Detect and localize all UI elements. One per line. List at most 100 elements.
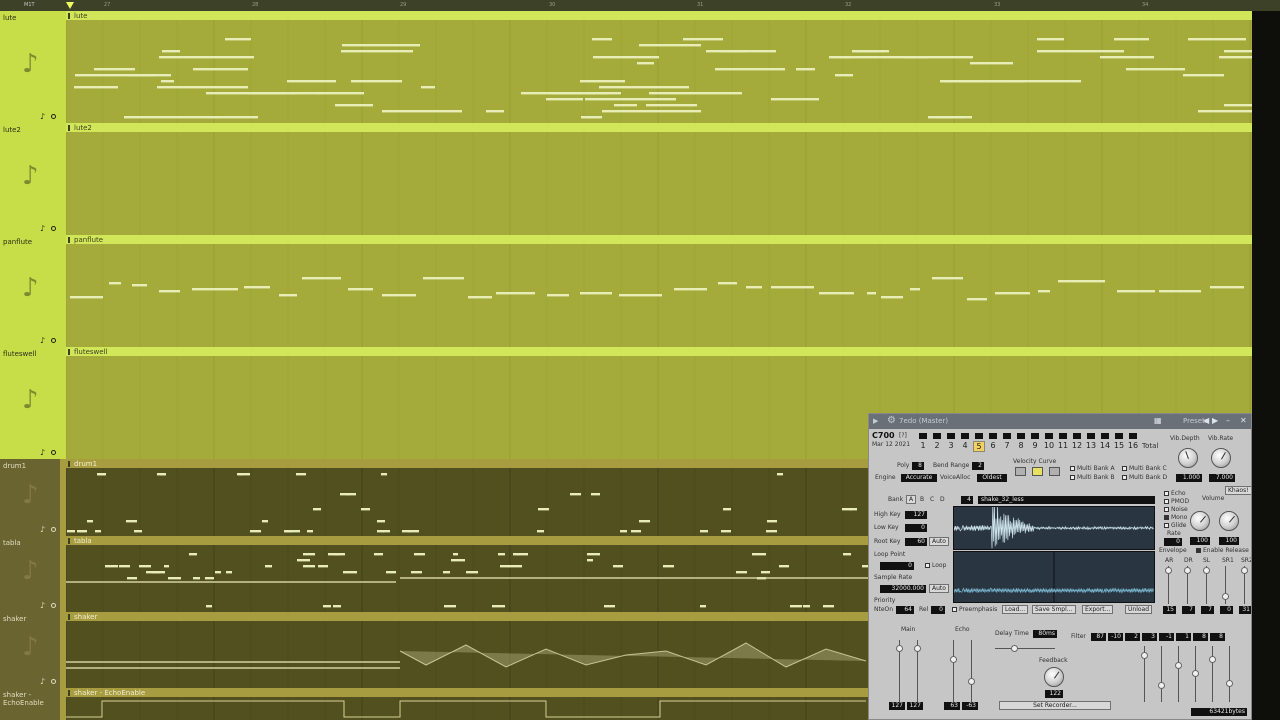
volume-r-knob[interactable] — [1219, 511, 1239, 531]
envelope-sr2-slider[interactable] — [1241, 567, 1248, 574]
program-12-button[interactable]: 12 — [1071, 441, 1083, 450]
track-header[interactable]: tabla ♪ ♪ — [0, 536, 60, 612]
load-button[interactable]: Load... — [1002, 605, 1029, 614]
filter-coef-value[interactable]: 3 — [1142, 633, 1157, 641]
poly-value[interactable]: 8 — [912, 462, 924, 470]
filter-coef-value[interactable]: 2 — [1125, 633, 1140, 641]
track-record-icon[interactable] — [51, 603, 56, 608]
echo-checkbox[interactable] — [1164, 491, 1169, 496]
unload-button[interactable]: Unload — [1125, 605, 1153, 614]
track-header[interactable]: panflute ♪ ♪ — [0, 235, 60, 347]
next-preset-icon[interactable]: ▶ — [1212, 416, 1218, 425]
note-grid[interactable] — [66, 20, 1252, 123]
glide-rate-value[interactable]: 0 — [1164, 538, 1182, 546]
program-8-button[interactable]: 8 — [1015, 441, 1027, 450]
bank-a-button[interactable]: A — [906, 495, 917, 504]
root-key-value[interactable]: 60 — [905, 538, 927, 546]
track-record-icon[interactable] — [51, 226, 56, 231]
program-16-button[interactable]: 16 — [1127, 441, 1139, 450]
track-note-mode-icon[interactable]: ♪ — [40, 677, 45, 686]
main-r-value[interactable]: 127 — [907, 702, 923, 710]
program-9-button[interactable]: 9 — [1029, 441, 1041, 450]
playhead-marker[interactable] — [66, 2, 74, 9]
save-sample-button[interactable]: Save Smpl... — [1032, 605, 1076, 614]
track-record-icon[interactable] — [51, 679, 56, 684]
velocity-curve-flat-button[interactable] — [1015, 467, 1026, 476]
track-note-mode-icon[interactable]: ♪ — [40, 525, 45, 534]
filter-tap-slider[interactable] — [1158, 682, 1165, 689]
feedback-value[interactable]: 122 — [1045, 690, 1063, 698]
sample-index[interactable]: 4 — [961, 496, 973, 504]
filter-coef-value[interactable]: -10 — [1108, 633, 1123, 641]
glide-checkbox[interactable] — [1164, 523, 1169, 528]
sample-rate-auto-button[interactable]: Auto — [929, 584, 949, 593]
track-header[interactable]: drum1 ♪ ♪ — [0, 459, 60, 536]
mono-checkbox[interactable] — [1164, 515, 1169, 520]
multibank-d-checkbox[interactable] — [1122, 475, 1127, 480]
track-note-mode-icon[interactable]: ♪ — [40, 601, 45, 610]
envelope-ar-slider[interactable] — [1165, 567, 1172, 574]
envelope-sr1-value[interactable]: 0 — [1220, 606, 1233, 614]
clip-header[interactable]: panflute — [66, 235, 1252, 244]
main-r-fader[interactable] — [914, 645, 921, 652]
filter-tap-slider[interactable] — [1192, 670, 1199, 677]
program-14-button[interactable]: 14 — [1099, 441, 1111, 450]
noise-checkbox[interactable] — [1164, 507, 1169, 512]
program-11-button[interactable]: 11 — [1057, 441, 1069, 450]
delay-time-slider[interactable] — [1011, 645, 1018, 652]
right-scroll-strip[interactable] — [1252, 11, 1280, 720]
track-header[interactable]: shaker - EchoEnable — [0, 688, 60, 720]
filter-tap-slider[interactable] — [1141, 652, 1148, 659]
track-header[interactable]: lute ♪ ♪ — [0, 11, 60, 123]
root-key-auto-button[interactable]: Auto — [929, 537, 949, 546]
delay-time-value[interactable]: 80ms — [1033, 630, 1057, 638]
clip-header[interactable]: lute — [66, 11, 1252, 20]
multibank-a-checkbox[interactable] — [1070, 466, 1075, 471]
envelope-sr2-value[interactable]: 31 — [1239, 606, 1251, 614]
velocity-curve-log-button[interactable] — [1049, 467, 1060, 476]
envelope-ar-value[interactable]: 15 — [1163, 606, 1176, 614]
echo-r-value[interactable]: -63 — [962, 702, 978, 710]
vib-rate-knob[interactable] — [1211, 448, 1231, 468]
track-record-icon[interactable] — [51, 450, 56, 455]
filter-coef-value[interactable]: 87 — [1091, 633, 1106, 641]
track-record-icon[interactable] — [51, 114, 56, 119]
track-lane[interactable]: lute — [66, 11, 1252, 123]
rel-value[interactable]: 0 — [931, 606, 945, 614]
clip-start-marker[interactable] — [68, 13, 70, 19]
low-key-value[interactable]: 0 — [905, 524, 927, 532]
clip-start-marker[interactable] — [68, 614, 70, 620]
sample-name-field[interactable]: shake_32_less — [978, 496, 1155, 504]
echo-l-value[interactable]: 63 — [944, 702, 960, 710]
envelope-sr1-slider[interactable] — [1222, 593, 1229, 600]
program-1-button[interactable]: 1 — [917, 441, 929, 450]
high-key-value[interactable]: 127 — [905, 511, 927, 519]
note-grid[interactable] — [66, 132, 1252, 235]
bend-range-value[interactable]: 2 — [972, 462, 984, 470]
bank-c-button[interactable]: C — [930, 496, 934, 503]
enable-release-checkbox[interactable] — [1196, 548, 1201, 553]
engine-select[interactable]: Accurate — [901, 474, 937, 482]
filter-tap-slider[interactable] — [1209, 656, 1216, 663]
minimize-icon[interactable]: – — [1226, 416, 1230, 425]
program-6-button[interactable]: 6 — [987, 441, 999, 450]
clip-start-marker[interactable] — [68, 237, 70, 243]
clip-start-marker[interactable] — [68, 461, 70, 467]
timeline-ruler[interactable]: M1T 27 28 29 30 31 32 33 34 — [0, 0, 1280, 11]
track-lane[interactable]: panflute — [66, 235, 1252, 347]
set-recorder-button[interactable]: Set Recorder... — [999, 701, 1111, 710]
envelope-dr-value[interactable]: 7 — [1182, 606, 1195, 614]
velocity-curve-linear-button[interactable] — [1032, 467, 1043, 476]
echo-r-fader[interactable] — [968, 678, 975, 685]
envelope-dr-slider[interactable] — [1184, 567, 1191, 574]
program-5-button[interactable]: 5 — [973, 441, 985, 452]
gear-icon[interactable]: ⚙ — [887, 415, 896, 426]
multibank-c-checkbox[interactable] — [1122, 466, 1127, 471]
volume-l-knob[interactable] — [1190, 511, 1210, 531]
clip-start-marker[interactable] — [68, 349, 70, 355]
filter-tap-slider[interactable] — [1175, 662, 1182, 669]
track-note-mode-icon[interactable]: ♪ — [40, 448, 45, 457]
voice-alloc-select[interactable]: Oldest — [977, 474, 1007, 482]
preemphasis-checkbox[interactable] — [952, 607, 957, 612]
loop-checkbox[interactable] — [925, 563, 930, 568]
